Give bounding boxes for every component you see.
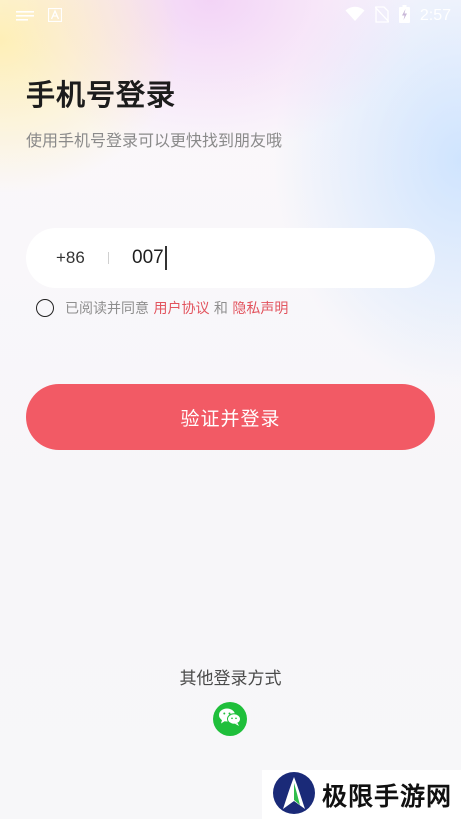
agreement-prefix: 已阅读并同意 <box>65 301 154 317</box>
watermark-text: 极限手游网 <box>322 781 453 811</box>
a-letter-icon <box>47 7 63 26</box>
battery-charging-icon <box>398 5 410 27</box>
country-code-selector[interactable]: +86 <box>56 248 102 268</box>
other-login-title: 其他登录方式 <box>179 669 282 689</box>
wechat-login-button[interactable] <box>213 702 247 736</box>
phone-number-value: 007 <box>132 247 164 268</box>
phone-number-input[interactable]: 007 <box>132 246 167 270</box>
user-agreement-link[interactable]: 用户协议 <box>153 298 209 318</box>
page-title: 手机号登录 <box>26 78 177 112</box>
agreement-checkbox[interactable] <box>36 299 54 317</box>
phone-input-box[interactable]: +86 007 <box>26 228 435 288</box>
watermark: 极限手游网 <box>262 770 461 819</box>
divider <box>108 252 109 264</box>
wifi-icon <box>345 6 365 26</box>
agreement-row: 已阅读并同意 用户协议 和 隐私声明 <box>36 297 288 319</box>
status-bar: 2:57 <box>0 0 461 32</box>
agreement-and: 和 <box>209 301 233 317</box>
page-subtitle: 使用手机号登录可以更快找到朋友哦 <box>26 131 283 150</box>
wechat-icon <box>218 707 242 731</box>
text-caret <box>164 246 167 270</box>
privacy-policy-link[interactable]: 隐私声明 <box>232 298 288 318</box>
watermark-logo-icon <box>272 771 316 819</box>
notification-lines-icon <box>16 7 34 26</box>
no-sim-icon <box>374 5 390 27</box>
verify-login-button[interactable]: 验证并登录 <box>26 384 435 450</box>
status-time: 2:57 <box>419 7 451 24</box>
